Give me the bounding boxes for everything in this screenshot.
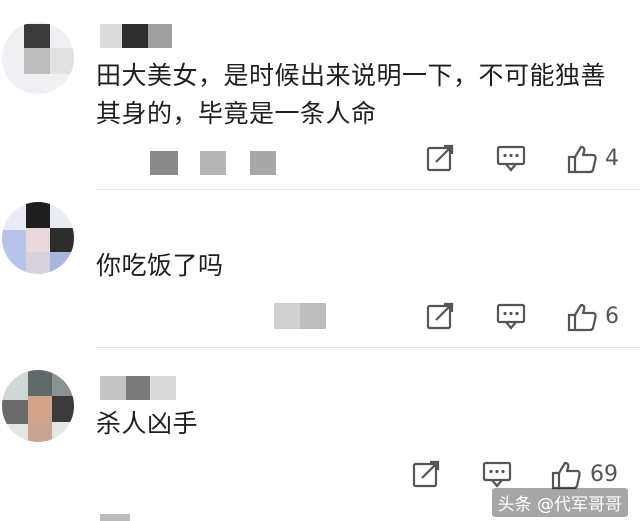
next-comment-preview bbox=[100, 514, 400, 521]
thumbs-up-icon[interactable] bbox=[566, 302, 598, 336]
comment-item: 你吃饭了吗 6 bbox=[0, 190, 640, 348]
username[interactable] bbox=[100, 376, 190, 400]
like-count: 4 bbox=[605, 146, 619, 171]
thumbs-up-icon[interactable] bbox=[566, 144, 598, 178]
comment-icon[interactable] bbox=[496, 302, 526, 336]
comment-actions: 6 bbox=[420, 302, 630, 336]
avatar[interactable] bbox=[2, 202, 74, 274]
comment-icon[interactable] bbox=[496, 144, 526, 178]
comment-actions: 4 bbox=[420, 144, 630, 178]
comment-meta bbox=[96, 303, 336, 329]
avatar[interactable] bbox=[2, 22, 74, 94]
share-icon[interactable] bbox=[426, 144, 454, 178]
like-count: 69 bbox=[590, 462, 618, 487]
username[interactable] bbox=[100, 24, 190, 48]
share-icon[interactable] bbox=[426, 302, 454, 336]
avatar[interactable] bbox=[2, 370, 74, 442]
share-icon[interactable] bbox=[412, 460, 440, 494]
comment-text: 你吃饭了吗 bbox=[96, 251, 224, 280]
watermark: 头条 @代军哥哥 bbox=[491, 488, 628, 517]
comment-text: 田大美女，是时候出来说明一下，不可能独善其身的，毕竟是一条人命 bbox=[96, 61, 607, 128]
comment-item: 田大美女，是时候出来说明一下，不可能独善其身的，毕竟是一条人命 4 bbox=[0, 0, 640, 190]
comment-meta bbox=[100, 151, 300, 175]
like-count: 6 bbox=[605, 304, 619, 329]
comment-text: 杀人凶手 bbox=[96, 409, 199, 438]
